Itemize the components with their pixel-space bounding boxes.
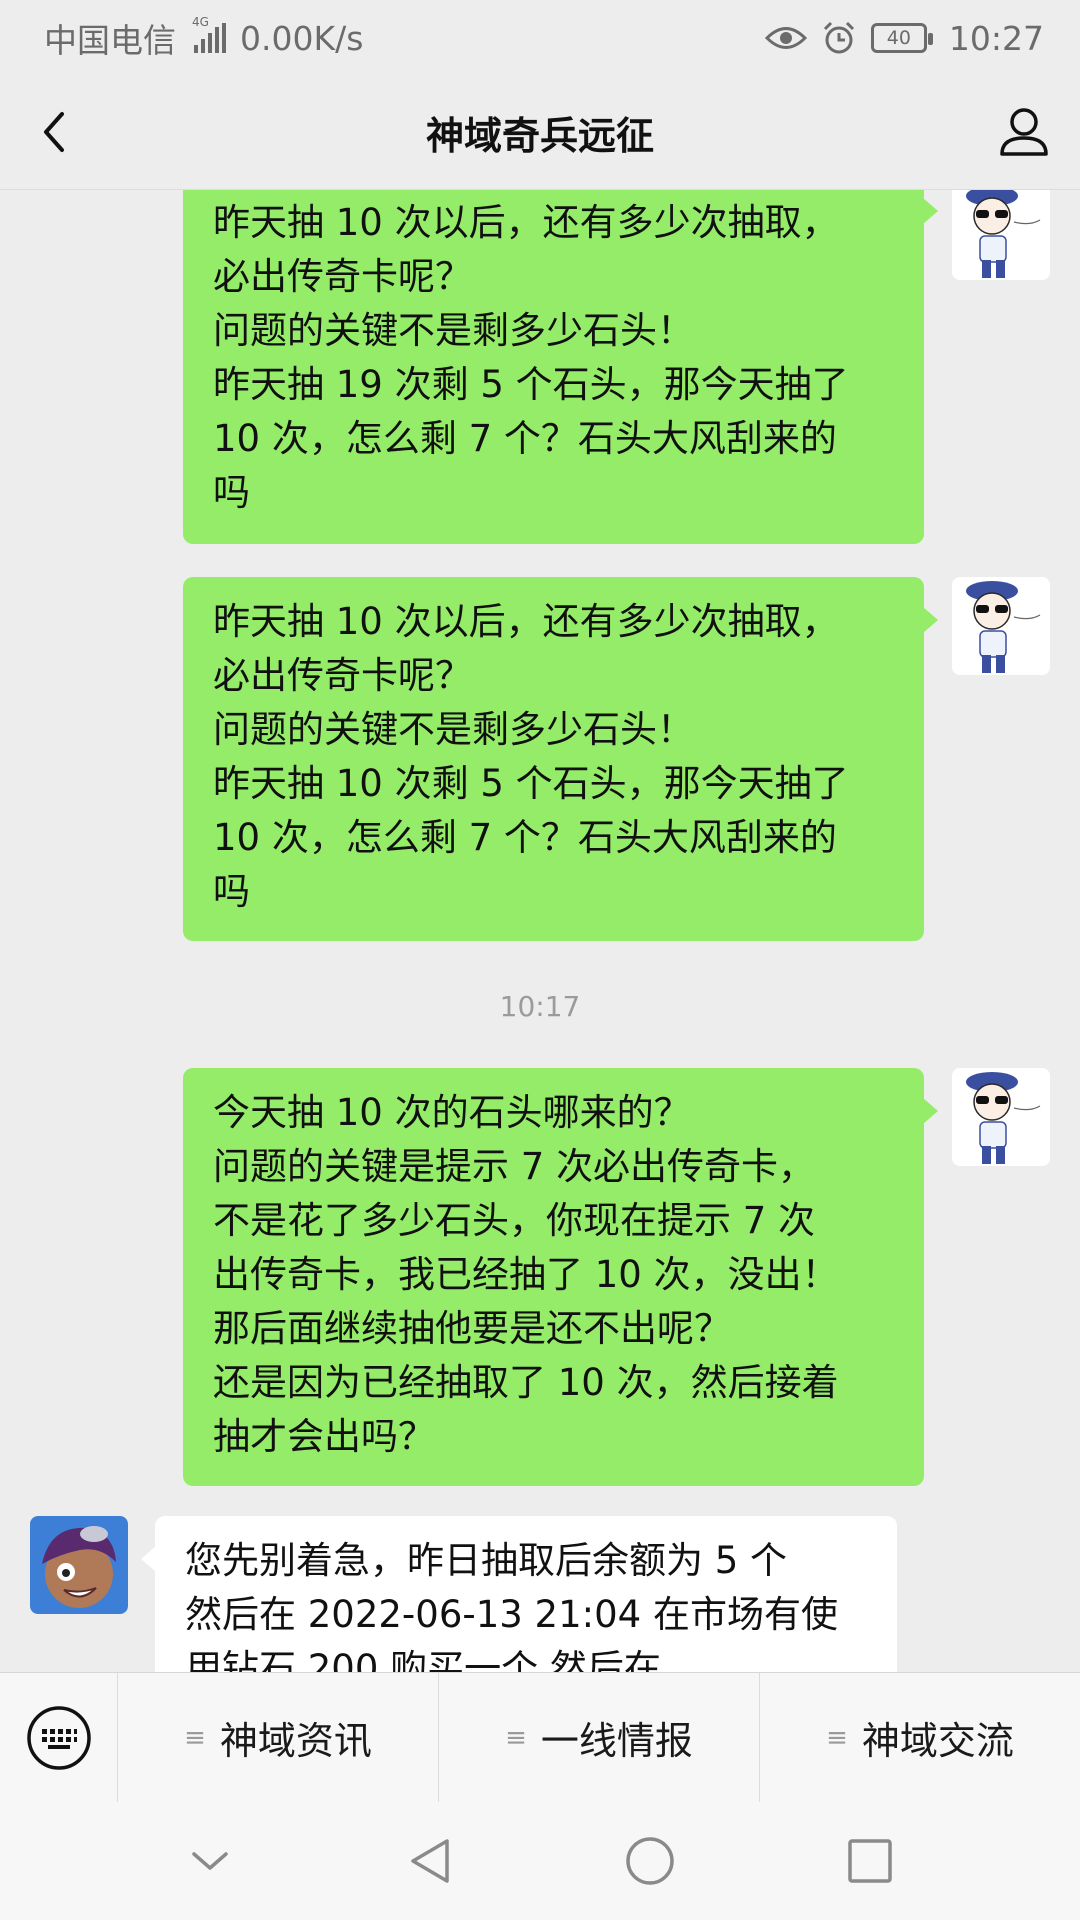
home-circle-icon <box>626 1837 674 1885</box>
eye-icon <box>764 27 807 49</box>
person-icon[interactable] <box>994 102 1054 162</box>
chat-title: 神域奇兵远征 <box>425 114 654 158</box>
menu-item-intel[interactable]: ≡ 一线情报 <box>439 1672 760 1803</box>
menu-lines-icon: ≡ <box>505 1722 527 1753</box>
clock: 10:27 <box>948 18 1044 58</box>
carrier-label: 中国电信 <box>44 21 176 60</box>
cartoon-avatar-icon <box>952 577 1050 675</box>
user-avatar[interactable] <box>952 190 1050 280</box>
system-navigation-bar <box>0 1802 1080 1920</box>
chat-screen: 中国电信 4G 0.00K/s 40 10:27 神域奇兵远征 昨天抽 10 次… <box>0 0 1080 1920</box>
system-back-button[interactable] <box>395 1826 465 1896</box>
chevron-down-icon <box>192 1852 228 1870</box>
message-bubble-outgoing[interactable]: 昨天抽 10 次以后，还有多少次抽取， 必出传奇卡呢？ 问题的关键不是剩多少石头… <box>183 190 938 544</box>
menu-item-label: 神域交流 <box>861 1719 1014 1763</box>
network-speed: 0.00K/s <box>240 18 364 58</box>
cartoon-avatar-icon <box>952 1068 1050 1166</box>
message-bubble-outgoing[interactable]: 今天抽 10 次的石头哪来的？ 问题的关键是提示 7 次必出传奇卡， 不是花了多… <box>183 1068 938 1486</box>
menu-item-news[interactable]: ≡ 神域资讯 <box>118 1672 439 1803</box>
back-triangle-icon <box>411 1839 449 1883</box>
cartoon-avatar-icon <box>952 190 1050 280</box>
status-bar: 中国电信 4G 0.00K/s 40 10:27 <box>0 0 1080 76</box>
recent-square-icon <box>848 1839 892 1883</box>
menu-item-community[interactable]: ≡ 神域交流 <box>760 1673 1080 1803</box>
system-home-button[interactable] <box>615 1826 685 1896</box>
message-bubble-incoming[interactable]: 您先别着急，昨日抽取后余额为 5 个 然后在 2022-06-13 21:04 … <box>141 1516 897 1672</box>
menu-lines-icon: ≡ <box>826 1722 848 1753</box>
message-timestamp: 10:17 <box>499 990 581 1023</box>
battery-icon: 40 <box>870 23 933 53</box>
game-character-avatar-icon <box>30 1516 128 1614</box>
official-account-avatar[interactable] <box>30 1516 128 1614</box>
menu-item-label: 一线情报 <box>540 1719 693 1763</box>
title-bar: 神域奇兵远征 <box>0 76 1080 190</box>
menu-item-label: 神域资讯 <box>219 1719 372 1763</box>
message-bubble-outgoing[interactable]: 昨天抽 10 次以后，还有多少次抽取， 必出传奇卡呢？ 问题的关键不是剩多少石头… <box>183 577 938 941</box>
chevron-left-icon[interactable] <box>28 102 88 162</box>
alarm-icon <box>823 21 854 54</box>
system-recents-button[interactable] <box>835 1826 905 1896</box>
status-left: 中国电信 4G 0.00K/s <box>44 14 363 62</box>
status-right: 40 10:27 <box>764 18 1044 58</box>
signal-icon: 4G <box>192 15 226 53</box>
network-type-label: 4G <box>192 15 209 29</box>
menu-lines-icon: ≡ <box>184 1722 206 1753</box>
hide-nav-button[interactable] <box>175 1826 245 1896</box>
message-list[interactable]: 昨天抽 10 次以后，还有多少次抽取， 必出传奇卡呢？ 问题的关键不是剩多少石头… <box>0 190 1080 1672</box>
keyboard-toggle-button[interactable] <box>0 1672 118 1803</box>
keyboard-icon <box>26 1705 91 1770</box>
user-avatar[interactable] <box>952 1068 1050 1166</box>
user-avatar[interactable] <box>952 577 1050 675</box>
official-account-menu: ≡ 神域资讯 ≡ 一线情报 ≡ 神域交流 <box>0 1672 1080 1803</box>
